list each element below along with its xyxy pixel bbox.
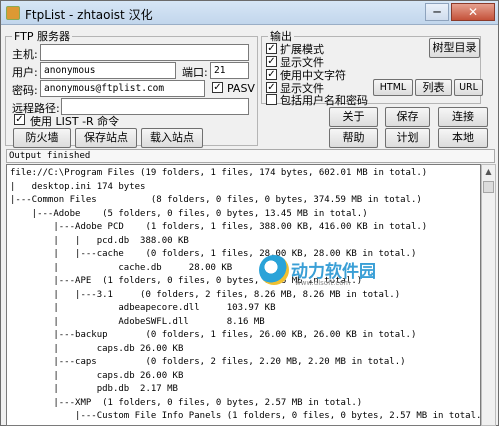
output-line: | caps.db 26.00 KB bbox=[10, 370, 184, 381]
include-credentials-label: 包括用户名和密码 bbox=[280, 94, 368, 107]
user-input[interactable]: anonymous bbox=[40, 62, 176, 79]
output-line: |---Custom File Info Panels (1 folders, … bbox=[10, 411, 481, 421]
list-button[interactable]: 列表 bbox=[415, 79, 452, 96]
output-line: | cache.db 28.00 KB bbox=[10, 262, 233, 273]
list-r-checkbox[interactable]: ✓ bbox=[14, 114, 25, 125]
output-line: | AdobeSWFL.dll 8.16 MB bbox=[10, 316, 265, 327]
output-line: | pdb.db 2.17 MB bbox=[10, 384, 178, 394]
host-label: 主机: bbox=[12, 48, 38, 61]
output-line: |---Adobe PCD (1 folders, 1 files, 388.0… bbox=[10, 222, 428, 232]
ftp-server-legend: FTP 服务器 bbox=[14, 30, 70, 43]
minimize-button[interactable]: ─ bbox=[425, 3, 449, 21]
output-line: |---XMP (1 folders, 0 files, 0 bytes, 2.… bbox=[10, 397, 363, 408]
include-credentials-checkbox[interactable] bbox=[266, 94, 277, 105]
host-input[interactable] bbox=[40, 44, 249, 61]
output-line: | caps.db 26.00 KB bbox=[10, 343, 184, 354]
output-line: | desktop.ini 174 bytes bbox=[10, 181, 146, 192]
extended-mode-checkbox[interactable]: ✓ bbox=[266, 43, 277, 54]
watermark-sub: www.dlsoft.com bbox=[295, 279, 351, 287]
window-title: FtpList - zhtaoist 汉化 bbox=[25, 8, 153, 22]
scroll-up-icon[interactable]: ▲ bbox=[482, 165, 495, 179]
user-label: 用户: bbox=[12, 66, 38, 79]
output-line: |---Adobe (5 folders, 0 files, 0 bytes, … bbox=[10, 208, 368, 219]
show-files-checkbox[interactable]: ✓ bbox=[266, 56, 277, 67]
watermark-logo-icon bbox=[259, 255, 289, 285]
save-button[interactable]: 保存 bbox=[385, 107, 430, 127]
local-button[interactable]: 本地 bbox=[438, 128, 488, 148]
password-label: 密码: bbox=[12, 84, 38, 97]
title-bar: FtpList - zhtaoist 汉化 ─ ✕ bbox=[1, 1, 498, 25]
app-icon bbox=[6, 6, 20, 20]
pasv-label: PASV bbox=[227, 82, 255, 95]
scroll-thumb[interactable] bbox=[483, 181, 494, 193]
show-file-checkbox-2[interactable]: ✓ bbox=[266, 82, 277, 93]
plan-button[interactable]: 计划 bbox=[385, 128, 430, 148]
connect-button[interactable]: 连接 bbox=[438, 107, 488, 127]
tree-directory-button[interactable]: 树型目录 bbox=[429, 38, 480, 58]
vertical-scrollbar[interactable]: ▲ bbox=[481, 164, 496, 426]
output-line: file://C:\Program Files (19 folders, 1 f… bbox=[10, 168, 428, 178]
output-line: | adbeapecore.dll 103.97 KB bbox=[10, 303, 276, 313]
firewall-button[interactable]: 防火墙 bbox=[13, 128, 71, 148]
url-button[interactable]: URL bbox=[454, 79, 483, 96]
password-input[interactable]: anonymous@ftplist.com bbox=[40, 80, 205, 97]
output-line: |---Common Files (8 folders, 0 files, 0 … bbox=[10, 195, 422, 205]
output-line: |---backup (0 folders, 1 files, 26.00 KB… bbox=[10, 330, 417, 340]
save-site-button[interactable]: 保存站点 bbox=[75, 128, 137, 148]
help-button[interactable]: 帮助 bbox=[329, 128, 378, 148]
status-bar: Output finished bbox=[6, 149, 495, 163]
close-button[interactable]: ✕ bbox=[451, 3, 495, 21]
output-textarea[interactable]: file://C:\Program Files (19 folders, 1 f… bbox=[6, 164, 481, 426]
output-line: | | pcd.db 388.00 KB bbox=[10, 235, 189, 246]
pasv-checkbox[interactable]: ✓ bbox=[212, 82, 223, 93]
html-button[interactable]: HTML bbox=[373, 79, 413, 96]
port-input[interactable]: 21 bbox=[210, 62, 249, 79]
watermark: 动力软件园 www.dlsoft.com bbox=[259, 253, 399, 293]
port-label: 端口: bbox=[182, 66, 208, 79]
about-button[interactable]: 关于 bbox=[329, 107, 378, 127]
load-site-button[interactable]: 载入站点 bbox=[141, 128, 203, 148]
list-r-label: 使用 LIST -R 命令 bbox=[30, 115, 120, 128]
app-window: FtpList - zhtaoist 汉化 ─ ✕ FTP 服务器 主机: 用户… bbox=[0, 0, 499, 426]
output-line: |---caps (0 folders, 2 files, 2.20 MB, 2… bbox=[10, 357, 406, 367]
use-chinese-checkbox[interactable]: ✓ bbox=[266, 69, 277, 80]
